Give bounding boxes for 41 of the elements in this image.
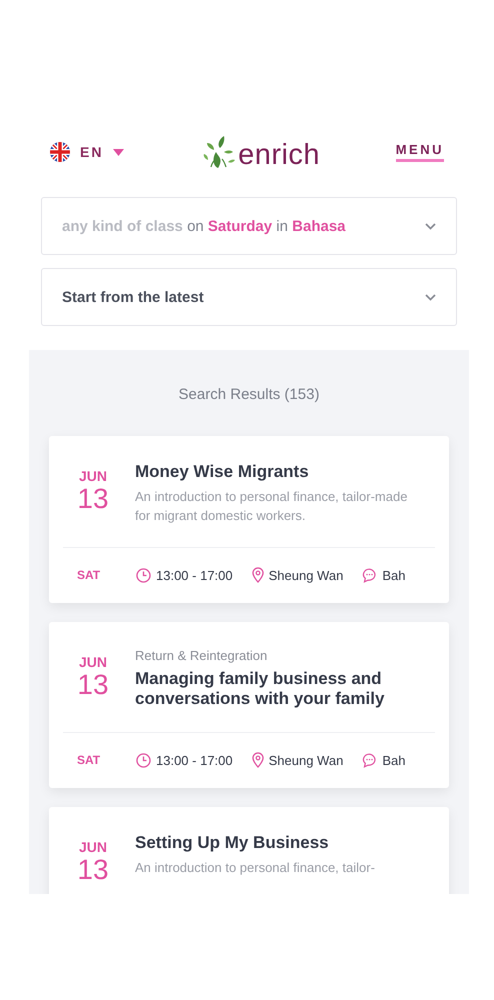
location-pin-icon xyxy=(252,567,264,584)
event-day: 13 xyxy=(77,484,109,514)
event-location: Sheung Wan xyxy=(268,752,344,768)
filter-text: Start from the latest xyxy=(62,288,204,306)
event-weekday: SAT xyxy=(77,753,102,768)
speech-bubble-icon xyxy=(362,568,378,583)
event-description: An introduction to personal finance, tailor- xyxy=(135,858,375,877)
event-card[interactable]: JUN 13 Setting Up My Business An introduction to personal finance, tailor- xyxy=(49,806,449,894)
event-time: 13:00 - 17:00 xyxy=(156,568,233,583)
filter-dropdown[interactable]: any kind of class on Saturday in Bahasa xyxy=(41,197,457,255)
chevron-icon xyxy=(425,294,436,300)
flag-icon xyxy=(50,142,70,162)
event-title[interactable]: Money Wise Migrants xyxy=(135,462,421,482)
event-day: 13 xyxy=(77,670,109,700)
event-weekday: SAT xyxy=(77,568,102,582)
clock-icon xyxy=(136,752,151,768)
menu-button[interactable]: MENU xyxy=(396,142,444,162)
event-month: JUN xyxy=(78,838,107,855)
chevron-icon xyxy=(425,222,436,230)
event-month: JUN xyxy=(78,654,107,670)
results-title: Search Results (153) xyxy=(178,385,320,405)
logo-text[interactable]: enrich xyxy=(238,141,320,170)
event-language: Bah xyxy=(382,752,406,768)
event-title[interactable]: Managing family business and conversations with your family xyxy=(135,668,421,710)
language-selector[interactable]: EN xyxy=(80,144,104,160)
event-description: An introduction to personal finance, tailor-made for migrant domestic workers. xyxy=(135,488,408,525)
location-pin-icon xyxy=(252,752,264,768)
filter-text: any kind of class on Saturday in Bahasa xyxy=(62,218,346,234)
event-title[interactable]: Setting Up My Business xyxy=(135,832,375,853)
event-day: 13 xyxy=(77,854,109,884)
event-month: JUN xyxy=(78,468,107,484)
caret-icon[interactable] xyxy=(113,148,124,156)
event-language: Bah xyxy=(382,568,406,583)
speech-bubble-icon xyxy=(362,752,378,768)
filter-dropdown[interactable]: Start from the latest xyxy=(41,268,457,326)
event-location: Sheung Wan xyxy=(268,568,344,583)
event-card[interactable]: JUN 13 Money Wise Migrants An introduction to personal finance, tailor-made for migrant domestic workers. SAT 13:00 - 17:00 Sheung Wan Bah xyxy=(49,436,449,603)
event-category: Return & Reintegration xyxy=(135,648,268,663)
clock-icon xyxy=(136,568,151,583)
event-time: 13:00 - 17:00 xyxy=(156,752,233,768)
event-card[interactable]: JUN 13 Return & Reintegration Managing family business and conversations with your family SAT 13:00 - 17:00 Sheung Wan Bah xyxy=(49,622,449,788)
